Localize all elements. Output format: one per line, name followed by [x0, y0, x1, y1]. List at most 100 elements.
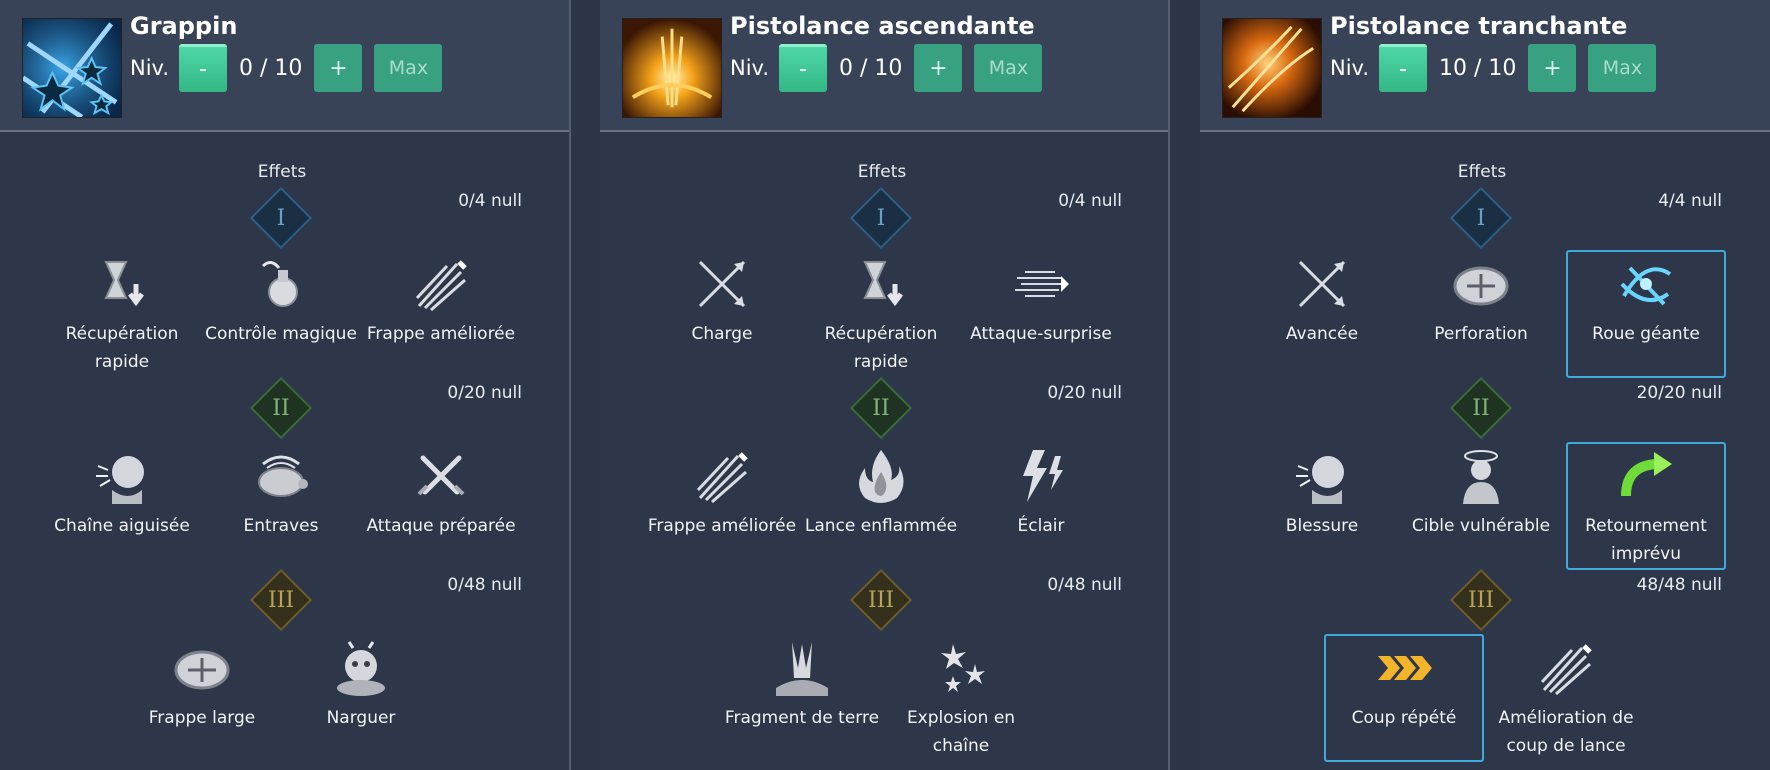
slash-strike-icon [696, 452, 748, 504]
effect-frappe-large[interactable]: Frappe large [122, 638, 282, 732]
cross-arrows-icon [1298, 260, 1346, 308]
effect-recuperation-rapide[interactable]: Récupération rapide [801, 254, 961, 376]
effect-label: Frappe améliorée [366, 324, 516, 344]
effect-frappe-amelioree[interactable]: Frappe améliorée [361, 254, 521, 348]
head-impact-icon [1296, 456, 1344, 504]
effect-avancee[interactable]: Avancée [1242, 254, 1402, 348]
effect-label: Amélioration de coup de lance [1498, 708, 1634, 756]
effect-attaque-preparee[interactable]: Attaque préparée [361, 446, 521, 540]
tier-numeral: III [1467, 587, 1495, 613]
hourglass-icon [863, 261, 903, 307]
skill-title: Pistolance tranchante [1330, 12, 1628, 40]
level-decrease-button[interactable]: - [179, 44, 228, 92]
effect-narguer[interactable]: Narguer [281, 638, 441, 732]
tier-1-badge: I [1449, 186, 1513, 250]
effect-label: Charge [691, 324, 753, 344]
dash-strike-icon [1015, 271, 1069, 297]
effect-label: Frappe améliorée [647, 516, 797, 536]
effect-controle-magique[interactable]: Contrôle magique [201, 254, 361, 348]
panel-divider [1168, 0, 1170, 770]
effect-charge[interactable]: Charge [642, 254, 802, 348]
spinning-blade-icon [1620, 266, 1672, 306]
effect-recuperation-rapide[interactable]: Récupération rapide [42, 254, 202, 376]
level-label: Niv. [130, 56, 170, 80]
effect-frappe-amelioree[interactable]: Frappe améliorée [642, 446, 802, 540]
tier-numeral: II [872, 395, 890, 421]
effect-eclair[interactable]: Éclair [961, 446, 1121, 540]
turtle-shell-icon [258, 455, 308, 497]
panel-divider [569, 0, 571, 770]
tier-1-count: 0/4 null [1058, 191, 1122, 211]
level-label: Niv. [730, 56, 770, 80]
effect-fragment-de-terre[interactable]: Fragment de terre [722, 638, 882, 732]
level-decrease-button[interactable]: - [1379, 44, 1428, 92]
potion-icon [261, 261, 298, 307]
effect-lance-enflammee[interactable]: Lance enflammée [801, 446, 961, 540]
level-value: 10 / 10 [1439, 55, 1517, 81]
tier-3-count: 48/48 null [1636, 575, 1722, 595]
effect-explosion-en-chaine[interactable]: Explosion en chaîne [881, 638, 1041, 760]
skill-header: Pistolance ascendante Niv. - 0 / 10 + Ma… [600, 0, 1170, 132]
effect-blessure[interactable]: Blessure [1242, 446, 1402, 540]
level-increase-button[interactable]: + [1528, 44, 1577, 92]
level-value: 0 / 10 [839, 55, 903, 81]
tier-2-count: 20/20 null [1636, 383, 1722, 403]
crossed-swords-icon [417, 455, 465, 496]
explosion-icon [941, 644, 985, 692]
pistolance-tranchante-skill-icon [1222, 18, 1322, 118]
directional-arrows-icon [1453, 266, 1509, 306]
level-increase-button[interactable]: + [314, 44, 363, 92]
level-max-button[interactable]: Max [374, 44, 443, 92]
effect-retournement-imprevu[interactable]: Retournement imprévu [1566, 446, 1726, 568]
effects-label: Effets [857, 162, 907, 182]
effect-amelioration-de-coup-de-lance[interactable]: Amélioration de coup de lance [1486, 638, 1646, 760]
tier-3-count: 0/48 null [1047, 575, 1122, 595]
ground-burst-icon [776, 642, 828, 696]
tier-2-count: 0/20 null [1047, 383, 1122, 403]
effect-coup-repete[interactable]: Coup répété [1324, 638, 1484, 732]
tier-1-count: 0/4 null [458, 191, 522, 211]
slash-strike-icon [1540, 644, 1592, 696]
effect-entraves[interactable]: Entraves [201, 446, 361, 540]
pistolance-ascendante-skill-icon [622, 18, 722, 118]
tier-2-badge: II [849, 376, 913, 440]
tier-1-badge: I [849, 186, 913, 250]
skill-header: Pistolance tranchante Niv. - 10 / 10 + M… [1200, 0, 1770, 132]
level-row: Niv. - 10 / 10 + Max [1330, 44, 1657, 92]
tier-3-badge: III [1449, 568, 1513, 632]
tier-2-badge: II [1449, 376, 1513, 440]
effect-label: Entraves [243, 516, 319, 536]
effect-label: Avancée [1285, 324, 1359, 344]
effect-label: Cible vulnérable [1411, 516, 1551, 536]
level-row: Niv. - 0 / 10 + Max [730, 44, 1043, 92]
effect-label: Attaque préparée [366, 516, 516, 536]
level-value: 0 / 10 [239, 55, 303, 81]
effect-cible-vulnerable[interactable]: Cible vulnérable [1401, 446, 1561, 540]
effect-perforation[interactable]: Perforation [1401, 254, 1561, 348]
head-impact-icon [96, 456, 144, 504]
slash-strike-icon [415, 260, 467, 312]
dizzy-person-icon [1463, 450, 1499, 504]
effect-chaine-aiguisee[interactable]: Chaîne aiguisée [42, 446, 202, 540]
tier-numeral: II [1472, 395, 1490, 421]
flame-icon [859, 450, 904, 503]
level-max-button[interactable]: Max [974, 44, 1043, 92]
tier-2-badge: II [249, 376, 313, 440]
tier-numeral: III [867, 587, 895, 613]
effect-label: Narguer [326, 708, 396, 728]
level-increase-button[interactable]: + [914, 44, 963, 92]
effect-label: Coup répété [1351, 708, 1457, 728]
skill-title: Grappin [130, 12, 238, 40]
effect-label: Contrôle magique [205, 324, 357, 344]
effect-roue-geante[interactable]: Roue géante [1566, 254, 1726, 348]
skill-panel-grappin: Grappin Niv. - 0 / 10 + Max Effets I 0/4… [0, 0, 570, 770]
level-decrease-button[interactable]: - [779, 44, 828, 92]
effect-label: Perforation [1434, 324, 1528, 344]
level-max-button[interactable]: Max [1588, 44, 1657, 92]
skill-panel-pistolance-ascendante: Pistolance ascendante Niv. - 0 / 10 + Ma… [600, 0, 1170, 770]
directional-arrows-icon [174, 650, 230, 690]
effect-attaque-surprise[interactable]: Attaque-surprise [961, 254, 1121, 348]
effect-label: Retournement imprévu [1585, 516, 1707, 564]
effect-label: Chaîne aiguisée [54, 516, 190, 536]
tier-3-badge: III [249, 568, 313, 632]
